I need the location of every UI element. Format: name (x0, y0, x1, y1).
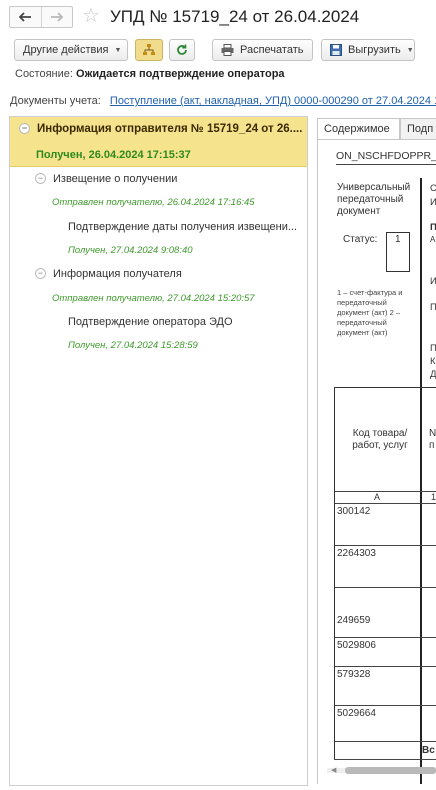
tree-item-receipt-date-confirmation[interactable]: Подтверждение даты получения извещени... (68, 221, 297, 233)
tree-item-status: Получен, 27.04.2024 9:08:40 (68, 245, 193, 256)
navigation-buttons (9, 6, 73, 28)
column-letter: А (374, 492, 381, 502)
print-button[interactable]: Распечатать (212, 39, 313, 61)
column-number: 1 (431, 492, 436, 502)
clipped-text: А (430, 235, 436, 244)
tree-root-title-row: − Информация отправителя № 15719_24 от 26… (19, 123, 302, 135)
collapse-icon[interactable]: − (19, 123, 30, 134)
total-label: Вс (422, 745, 435, 756)
table-row: 579328 (337, 669, 371, 680)
back-button[interactable] (10, 7, 41, 27)
arrow-right-icon (51, 12, 64, 22)
tab-content[interactable]: Содержимое (317, 118, 400, 141)
collapse-icon[interactable]: − (35, 268, 46, 279)
clipped-text: П (430, 343, 436, 354)
arrow-left-icon (18, 12, 31, 22)
exchange-tree: − Информация отправителя № 15719_24 от 26… (9, 116, 308, 786)
table-row: 249659 (337, 615, 371, 626)
tree-root-status: Получен, 26.04.2024 17:15:37 (36, 149, 191, 161)
scroll-thumb[interactable] (345, 767, 436, 774)
title-bar: ☆ УПД № 15719_24 от 26.04.2024 (0, 0, 436, 34)
other-actions-button[interactable]: Другие действия ▼ (14, 39, 128, 61)
status-label: Статус: (343, 234, 378, 245)
hierarchy-view-button[interactable] (135, 39, 163, 61)
accounting-documents-label: Документы учета: (10, 95, 101, 107)
document-tabs: Содержимое Подп (317, 118, 436, 141)
refresh-icon (177, 44, 187, 55)
clipped-text: И (430, 276, 436, 287)
tree-root-title: Информация отправителя № 15719_24 от 26.… (37, 123, 303, 135)
tab-signatures[interactable]: Подп (400, 118, 436, 140)
scroll-left-icon[interactable]: ◀ (331, 766, 336, 774)
clipped-text: П (430, 302, 436, 313)
upd-title: Универсальный передаточный документ (337, 182, 411, 217)
floppy-disk-icon (330, 44, 342, 56)
tree-item-receiver-info[interactable]: − Информация получателя (35, 268, 182, 280)
tree-item-status: Получен, 27.04.2024 15:28:59 (68, 340, 198, 351)
tree-item-status: Отправлен получателю, 26.04.2024 17:16:4… (52, 197, 255, 208)
table-row: 300142 (337, 506, 371, 517)
document-state: Состояние: Ожидается подтверждение опера… (15, 68, 285, 80)
collapse-icon[interactable]: − (35, 173, 46, 184)
tree-item-label: Извещение о получении (53, 173, 178, 185)
state-label: Состояние: (15, 68, 73, 80)
favorite-star-icon[interactable]: ☆ (82, 5, 100, 27)
export-label: Выгрузить (348, 44, 401, 56)
clipped-text: К (430, 356, 436, 367)
column-header-code: Код товара/ работ, услуг (352, 428, 408, 451)
accounting-documents: Документы учета: Поступление (акт, накла… (10, 95, 436, 107)
table-row: 2264303 (337, 548, 376, 559)
status-value: 1 (386, 232, 410, 272)
table-header: Код товара/ работ, услуг N п (334, 387, 436, 491)
other-actions-label: Другие действия (23, 44, 109, 56)
chevron-down-icon: ▼ (406, 46, 414, 54)
status-footnote: 1 – счет-фактура и передаточный документ… (337, 288, 403, 337)
divider (336, 164, 436, 165)
chevron-down-icon: ▼ (114, 46, 122, 54)
table-row: 5029806 (337, 640, 376, 651)
tree-item-operator-confirmation[interactable]: Подтверждение оператора ЭДО (68, 316, 233, 328)
tree-item-receipt-notice[interactable]: − Извещение о получении (35, 173, 177, 185)
tree-item-label: Информация получателя (53, 268, 182, 280)
clipped-text: И (430, 197, 436, 208)
hierarchy-icon (143, 44, 155, 55)
column-header-clipped: п (429, 440, 435, 451)
window-title: УПД № 15719_24 от 26.04.2024 (110, 7, 360, 26)
state-value: Ожидается подтверждение оператора (76, 68, 285, 80)
clipped-text: Д (430, 369, 436, 380)
file-name: ON_NSCHFDOPPR_ (336, 150, 436, 162)
clipped-text: С (430, 183, 436, 194)
table-row: 5029664 (337, 708, 376, 719)
refresh-button[interactable] (169, 39, 195, 61)
print-label: Распечатать (240, 44, 304, 56)
printer-icon (221, 44, 234, 56)
clipped-text: П (430, 222, 436, 233)
horizontal-scrollbar[interactable]: ◀ (327, 766, 436, 774)
column-header-clipped: N (429, 428, 436, 439)
tree-item-status: Отправлен получателю, 27.04.2024 15:20:5… (52, 293, 255, 304)
export-button[interactable]: Выгрузить ▼ (321, 39, 415, 61)
forward-button[interactable] (42, 7, 73, 27)
document-preview: ON_NSCHFDOPPR_ Универсальный передаточны… (317, 139, 436, 784)
accounting-document-link[interactable]: Поступление (акт, накладная, УПД) 0000-0… (110, 95, 436, 107)
